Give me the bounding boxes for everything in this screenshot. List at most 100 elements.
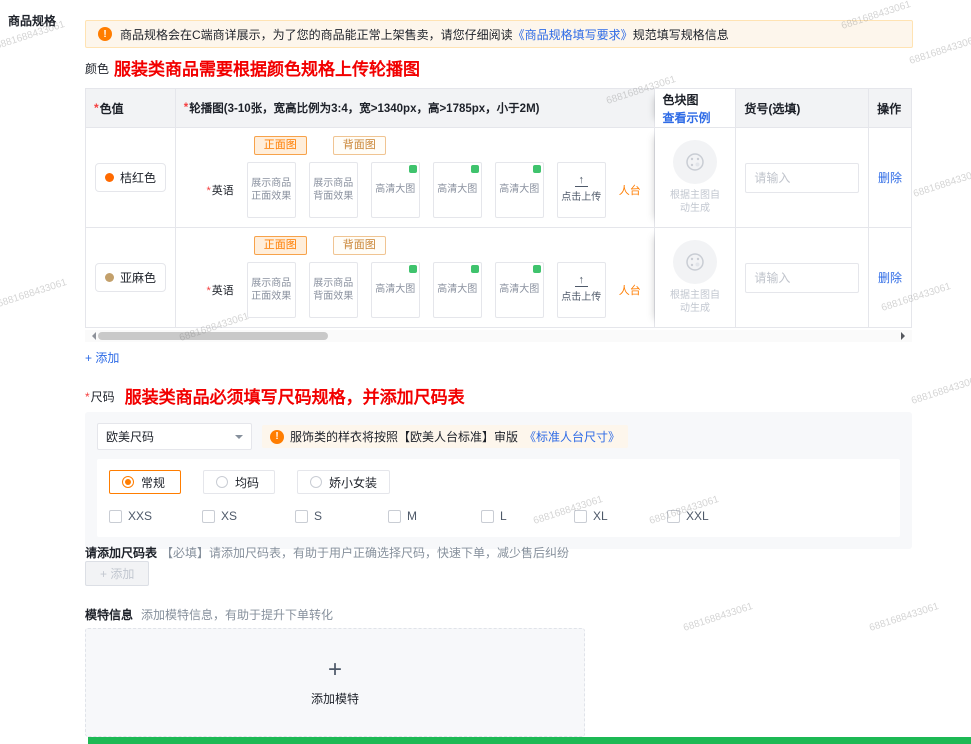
add-color-link[interactable]: + 添加 <box>85 349 119 366</box>
item-number-input[interactable] <box>745 263 859 293</box>
product-spec-page: 商品规格 ! 商品规格会在C端商详展示，为了您的商品能正常上架售卖，请您仔细阅读… <box>0 0 971 744</box>
upload-slot-hd-1[interactable]: 高清大图 <box>371 162 420 218</box>
fit-option-petite[interactable]: 娇小女装 <box>297 470 390 494</box>
delete-row-link[interactable]: 删除 <box>878 169 902 186</box>
upload-slot-hd-3[interactable]: 高清大图 <box>495 262 544 318</box>
size-standard-value: 欧美尺码 <box>106 428 154 445</box>
checkbox-icon <box>574 510 587 523</box>
banner-text: 商品规格会在C端商详展示，为了您的商品能正常上架售卖，请您仔细阅读《商品规格填写… <box>120 26 729 43</box>
header-carousel-label: 轮播图(3-10张，宽高比例为3:4，宽>1340px，高>1785px，小于2… <box>189 100 539 116</box>
model-info-hint: 添加模特信息，有助于提升下单转化 <box>141 606 333 623</box>
watermark: 6881688433061 <box>912 167 971 200</box>
upload-icon: ↑ <box>575 175 588 187</box>
info-icon: ! <box>98 27 112 41</box>
checkbox-icon <box>481 510 494 523</box>
horizontal-scrollbar[interactable] <box>85 330 912 342</box>
tab-front-image[interactable]: 正面图 <box>254 136 307 155</box>
checkbox-icon <box>388 510 401 523</box>
operation-cell: 删除 <box>869 128 911 227</box>
item-no-cell <box>736 128 869 227</box>
language-label: *英语 <box>192 182 234 198</box>
swatch-caption: 根据主图自动生成 <box>666 189 724 215</box>
upload-button[interactable]: ↑ 点击上传 <box>557 162 606 218</box>
color-annotation: 服装类商品需要根据颜色规格上传轮播图 <box>114 55 420 80</box>
header-item-no: 货号(选填) <box>736 89 869 127</box>
plus-icon: + <box>328 658 342 682</box>
language-label: *英语 <box>192 282 234 298</box>
mannequin-label: 人台 <box>619 282 641 298</box>
size-panel: 欧美尺码 ! 服饰类的样衣将按照【欧美人台标准】审版 《标准人台尺寸》 常规 均… <box>85 412 912 549</box>
tab-front-image[interactable]: 正面图 <box>254 236 307 255</box>
size-checkbox-xs[interactable]: XS <box>202 509 295 523</box>
palette-icon <box>685 152 705 172</box>
color-dot <box>105 273 114 282</box>
fit-option-one-size[interactable]: 均码 <box>203 470 275 494</box>
upload-button[interactable]: ↑ 点击上传 <box>557 262 606 318</box>
radio-icon <box>310 476 322 488</box>
size-options-panel: 常规 均码 娇小女装 XXS XS <box>97 459 900 537</box>
upload-slot-hd-2[interactable]: 高清大图 <box>433 162 482 218</box>
color-name: 桔红色 <box>120 169 156 186</box>
watermark: 6881688433061 <box>682 601 754 634</box>
tab-back-image[interactable]: 背面图 <box>333 236 386 255</box>
view-example-link[interactable]: 查看示例 <box>663 109 711 126</box>
model-info-header: 模特信息 添加模特信息，有助于提升下单转化 <box>85 606 333 623</box>
notice-text: 服饰类的样衣将按照【欧美人台标准】审版 <box>290 428 518 445</box>
color-swatch-placeholder <box>673 240 717 284</box>
header-carousel: * 轮播图(3-10张，宽高比例为3:4，宽>1340px，高>1785px，小… <box>176 89 655 127</box>
delete-row-link[interactable]: 删除 <box>878 269 902 286</box>
radio-icon <box>216 476 228 488</box>
add-model-box[interactable]: + 添加模特 <box>85 628 585 737</box>
size-checkbox-xxs[interactable]: XXS <box>109 509 202 523</box>
size-field-header: *尺码 服装类商品必须填写尺码规格，并添加尺码表 <box>85 383 465 408</box>
tab-back-image[interactable]: 背面图 <box>333 136 386 155</box>
color-row-1: 桔红色 正面图 背面图 *英语 展示商品正面效果 展示商品背面效果 高清大图 高… <box>86 127 911 227</box>
color-value-cell: 亚麻色 <box>86 228 176 327</box>
color-field-header: 颜色 服装类商品需要根据颜色规格上传轮播图 <box>85 55 420 80</box>
item-number-input[interactable] <box>745 163 859 193</box>
model-info-label: 模特信息 <box>85 606 133 623</box>
upload-row: *英语 展示商品正面效果 展示商品背面效果 高清大图 高清大图 高清大图 ↑ 点… <box>192 262 641 318</box>
table-header-row: * 色值 * 轮播图(3-10张，宽高比例为3:4，宽>1340px，高>178… <box>86 89 911 127</box>
size-chart-hint: 【必填】请添加尺码表，有助于用户正确选择尺码，快速下单，减少售后纠纷 <box>161 544 569 561</box>
color-value-chip[interactable]: 桔红色 <box>95 163 166 192</box>
upload-slot-hd-1[interactable]: 高清大图 <box>371 262 420 318</box>
color-value-chip[interactable]: 亚麻色 <box>95 263 166 292</box>
size-checkbox-xl[interactable]: XL <box>574 509 667 523</box>
size-chart-label: 请添加尺码表 <box>85 544 157 561</box>
size-standard-select[interactable]: 欧美尺码 <box>97 423 252 450</box>
scrollbar-thumb[interactable] <box>98 332 328 340</box>
image-side-tabs: 正面图 背面图 <box>254 136 386 155</box>
size-annotation: 服装类商品必须填写尺码规格，并添加尺码表 <box>125 383 465 408</box>
carousel-cell: 正面图 背面图 *英语 展示商品正面效果 展示商品背面效果 高清大图 高清大图 … <box>176 228 655 327</box>
scroll-left-arrow[interactable] <box>88 332 96 340</box>
upload-slot-front[interactable]: 展示商品正面效果 <box>247 262 296 318</box>
header-operation-label: 操作 <box>877 100 901 117</box>
upload-slot-back[interactable]: 展示商品背面效果 <box>309 262 358 318</box>
size-checkbox-m[interactable]: M <box>388 509 481 523</box>
size-checkbox-s[interactable]: S <box>295 509 388 523</box>
checkbox-icon <box>295 510 308 523</box>
sizes-row: XXS XS S M L <box>109 509 888 523</box>
header-color-value-label: 色值 <box>100 100 124 117</box>
upload-slot-front[interactable]: 展示商品正面效果 <box>247 162 296 218</box>
size-standard-row: 欧美尺码 ! 服饰类的样衣将按照【欧美人台标准】审版 《标准人台尺寸》 <box>97 423 900 450</box>
fit-option-regular[interactable]: 常规 <box>109 470 181 494</box>
operation-cell: 删除 <box>869 228 911 327</box>
info-icon: ! <box>270 430 284 444</box>
upload-slot-hd-3[interactable]: 高清大图 <box>495 162 544 218</box>
size-checkbox-l[interactable]: L <box>481 509 574 523</box>
upload-slot-hd-2[interactable]: 高清大图 <box>433 262 482 318</box>
watermark: 6881688433061 <box>908 34 971 67</box>
size-checkbox-xxl[interactable]: XXL <box>667 509 760 523</box>
scroll-right-arrow[interactable] <box>901 332 909 340</box>
size-standard-notice: ! 服饰类的样衣将按照【欧美人台标准】审版 《标准人台尺寸》 <box>262 425 628 448</box>
upload-slot-back[interactable]: 展示商品背面效果 <box>309 162 358 218</box>
item-no-cell <box>736 228 869 327</box>
spec-requirements-link[interactable]: 《商品规格填写要求》 <box>513 28 633 42</box>
upload-icon: ↑ <box>575 275 588 287</box>
mannequin-size-link[interactable]: 《标准人台尺寸》 <box>524 428 620 445</box>
add-size-chart-button[interactable]: + 添加 <box>85 561 149 586</box>
color-spec-table: * 色值 * 轮播图(3-10张，宽高比例为3:4，宽>1340px，高>178… <box>85 88 912 328</box>
color-swatch-placeholder <box>673 140 717 184</box>
